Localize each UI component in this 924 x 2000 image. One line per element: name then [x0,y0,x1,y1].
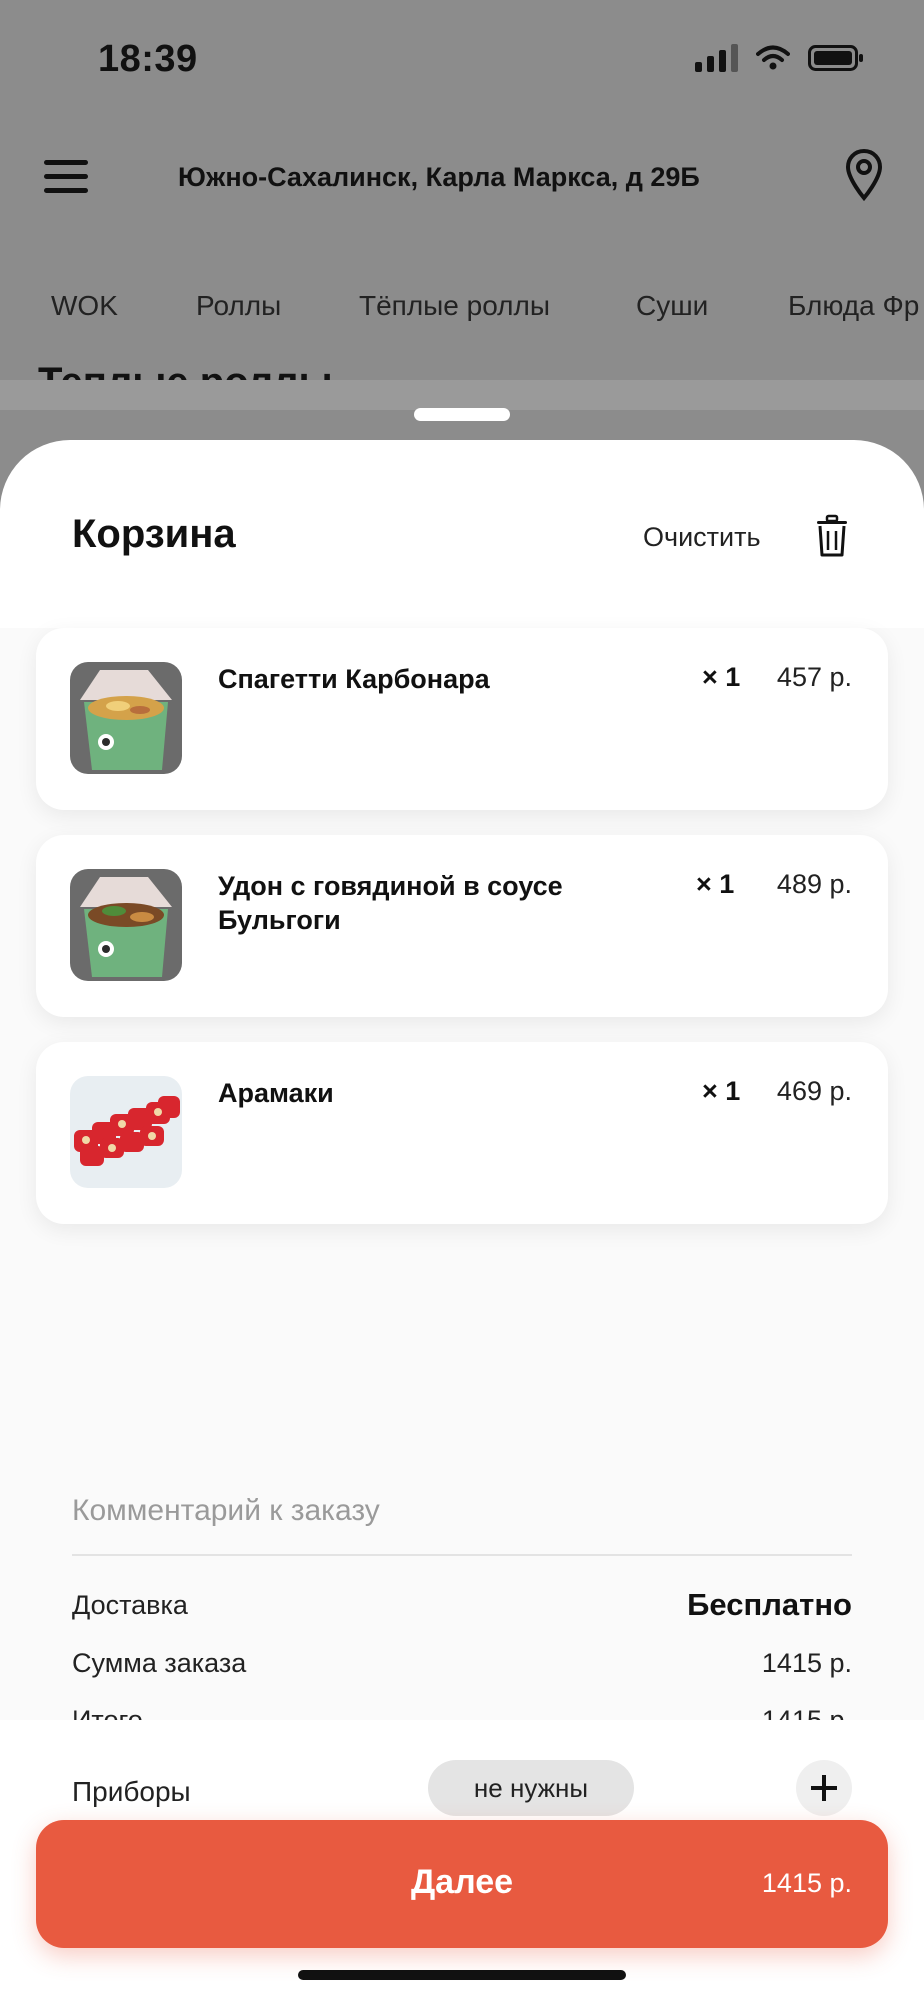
cutlery-label: Приборы [72,1776,191,1807]
signal-icon [695,44,738,72]
overlay-band [0,380,924,410]
status-time: 18:39 [98,38,198,80]
subtotal-row: Сумма заказа 1415 р. [72,1648,852,1688]
category-tab-warm-rolls[interactable]: Тёплые роллы [359,290,550,322]
cart-items-area: Спагетти Карбонара × 1 457 р. Удон с гов… [0,628,924,1735]
cart-title: Корзина [72,512,236,556]
cart-item[interactable]: Спагетти Карбонара × 1 457 р. [36,628,888,810]
wifi-icon [756,45,790,71]
category-tab-sushi[interactable]: Суши [636,290,708,322]
menu-icon[interactable] [44,160,88,200]
item-quantity: × 1 [702,1076,741,1106]
delivery-address[interactable]: Южно-Сахалинск, Карла Маркса, д 29Б [178,162,700,193]
subtotal-label: Сумма заказа [72,1648,247,1678]
delivery-row: Доставка Бесплатно [72,1587,852,1630]
status-bar: 18:39 [0,0,924,120]
item-price: 469 р. [776,1076,852,1106]
cart-sheet: Корзина Очистить Спагетти Карбонара × 1 … [0,440,924,2000]
item-photo [70,662,182,774]
next-button-price: 1415 р. [761,1868,852,1898]
battery-icon [808,45,864,71]
clear-cart-button[interactable]: Очистить [643,522,761,553]
app-header: Южно-Сахалинск, Карла Маркса, д 29Б [0,120,924,240]
delivery-value: Бесплатно [687,1587,852,1622]
order-comment-input[interactable] [72,1468,852,1556]
category-nav: WOK Роллы Тёплые роллы Суши Блюда Фр [0,290,924,340]
next-button-label: Далее [410,1863,514,1901]
item-name: Удон с говядиной в соусе Бульгоги [218,871,563,935]
next-button[interactable]: Далее 1415 р. [36,1820,888,1948]
location-pin-icon[interactable] [844,148,884,204]
plus-icon[interactable] [796,1760,852,1816]
subtotal-value: 1415 р. [761,1648,852,1678]
item-quantity: × 1 [702,662,741,692]
category-tab-fr-dishes[interactable]: Блюда Фр [788,290,919,322]
item-quantity: × 1 [696,869,735,899]
item-photo [70,869,182,981]
cart-item[interactable]: Арамаки × 1 469 р. [36,1042,888,1224]
item-price: 489 р. [776,869,852,899]
cart-item[interactable]: Удон с говядиной в соусе Бульгоги × 1 48… [36,835,888,1017]
category-tab-rolls[interactable]: Роллы [196,290,281,322]
trash-icon[interactable] [814,514,850,558]
cutlery-selector[interactable]: не нужны [428,1760,634,1816]
home-indicator [298,1970,626,1980]
item-name: Спагетти Карбонара [218,664,490,694]
item-photo [70,1076,182,1188]
sheet-grabber[interactable] [414,408,510,421]
item-price: 457 р. [776,662,852,692]
item-name: Арамаки [218,1078,334,1108]
status-icons [695,44,864,72]
delivery-label: Доставка [72,1590,188,1620]
category-tab-wok[interactable]: WOK [51,290,118,322]
